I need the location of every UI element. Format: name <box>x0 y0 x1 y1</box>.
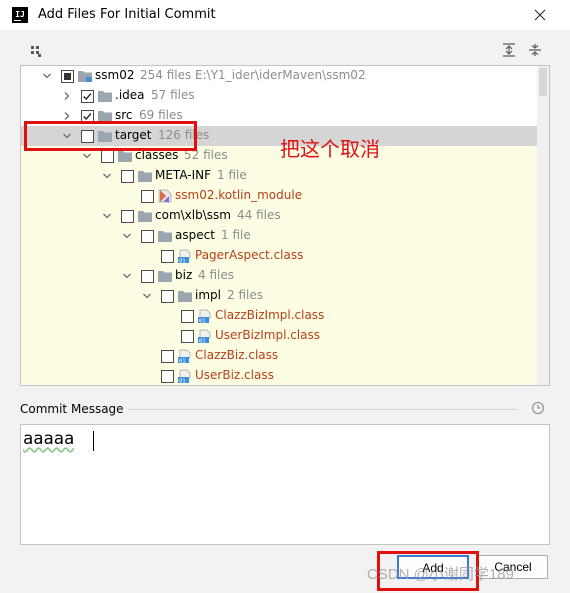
kotlin-icon <box>158 189 172 203</box>
tree-row-name: biz <box>175 268 193 282</box>
svg-text:01: 01 <box>199 319 206 324</box>
tree-row[interactable]: biz 4 files <box>21 266 538 286</box>
class-icon: 01 <box>178 369 191 384</box>
tree-row-name: UserBiz.class <box>195 368 274 382</box>
tree-scrollbar-thumb[interactable] <box>539 68 547 96</box>
chevron-down-icon[interactable] <box>41 70 53 82</box>
tree-row-name: ssm02 <box>95 68 135 82</box>
chevron-down-icon[interactable] <box>141 290 153 302</box>
tree-row[interactable]: aspect 1 file <box>21 226 538 246</box>
tree-row-meta: 69 files <box>139 108 183 122</box>
tree-row-checkbox[interactable] <box>161 370 174 383</box>
tree-row[interactable]: ssm02.kotlin_module <box>21 186 538 206</box>
tree-row[interactable]: 01 ClazzBizImpl.class <box>21 306 538 326</box>
tree-row-meta: 1 file <box>217 168 247 182</box>
tree-row-name: META-INF <box>155 168 212 182</box>
svg-text:01: 01 <box>179 359 186 364</box>
tree-row[interactable]: com\xlb\ssm 44 files <box>21 206 538 226</box>
commit-message-input[interactable]: aaaaa <box>20 424 550 545</box>
tree-row-checkbox[interactable] <box>161 350 174 363</box>
commit-message-separator <box>128 409 518 410</box>
tree-row[interactable]: 01 PagerAspect.class <box>21 246 538 266</box>
svg-text:01: 01 <box>179 379 186 384</box>
tree-row-name: com\xlb\ssm <box>155 208 231 222</box>
tree-row-checkbox[interactable] <box>121 170 134 183</box>
tree-row[interactable]: 01 UserBizImpl.class <box>21 326 538 346</box>
tree-row-checkbox[interactable] <box>121 210 134 223</box>
tree-row[interactable]: ssm02 254 files E:\Y1_ider\iderMaven\ssm0… <box>21 66 538 86</box>
folder-icon <box>158 271 172 282</box>
chevron-right-icon[interactable] <box>61 90 73 102</box>
close-icon[interactable] <box>526 2 554 28</box>
tree-row[interactable]: impl 2 files <box>21 286 538 306</box>
commit-message-text[interactable]: aaaaa <box>23 429 74 449</box>
tree-row-checkbox[interactable] <box>61 70 74 83</box>
tree-row-meta: 1 file <box>221 228 251 242</box>
tree-row-name: ClazzBiz.class <box>195 348 279 362</box>
class-icon: 01 <box>198 329 211 344</box>
tree-row-checkbox[interactable] <box>161 290 174 303</box>
svg-text:01: 01 <box>179 259 186 264</box>
tree-row[interactable]: .idea 57 files <box>21 86 538 106</box>
expand-all-icon[interactable] <box>502 43 516 57</box>
tree-row-checkbox[interactable] <box>101 150 114 163</box>
watermark: CSDN @小谢同学189 <box>367 566 514 583</box>
tree-row-meta: 254 files E:\Y1_ider\iderMaven\ssm02 <box>140 68 366 82</box>
tree-row-name: aspect <box>175 228 215 242</box>
chevron-down-icon[interactable] <box>121 230 133 242</box>
chevron-down-icon[interactable] <box>101 210 113 222</box>
text-caret <box>93 431 94 451</box>
tree-row-meta: 4 files <box>198 268 234 282</box>
tree-row-checkbox[interactable] <box>141 190 154 203</box>
intellij-app-icon: IJ <box>12 7 28 23</box>
annotation-text: 把这个取消 <box>280 137 380 161</box>
chevron-down-icon[interactable] <box>101 170 113 182</box>
tree-row-checkbox[interactable] <box>141 230 154 243</box>
title-bar: IJ Add Files For Initial Commit <box>0 0 570 30</box>
collapse-all-icon[interactable] <box>528 43 542 57</box>
folder-icon <box>98 91 112 102</box>
class-icon: 01 <box>198 309 211 324</box>
tree-row-name: ssm02.kotlin_module <box>175 188 303 202</box>
chevron-down-icon[interactable] <box>121 270 133 282</box>
class-icon: 01 <box>178 349 191 364</box>
group-by-icon[interactable] <box>29 44 43 58</box>
tree-row-name: UserBizImpl.class <box>215 328 320 342</box>
tree-row-meta: 57 files <box>151 88 195 102</box>
checkmark-icon <box>83 93 92 101</box>
tree-row-name: impl <box>195 288 221 302</box>
svg-text:01: 01 <box>199 339 206 344</box>
folder-icon <box>178 291 192 302</box>
tree-row-name: .idea <box>115 88 145 102</box>
tree-row-meta: 44 files <box>237 208 281 222</box>
class-icon: 01 <box>178 249 191 264</box>
tree-row-checkbox[interactable] <box>181 310 194 323</box>
tree-row[interactable]: META-INF 1 file <box>21 166 538 186</box>
tree-row-checkbox[interactable] <box>141 270 154 283</box>
tree-row-name: PagerAspect.class <box>195 248 304 262</box>
folder-icon <box>118 151 132 162</box>
highlight-box-target <box>24 121 197 151</box>
tree-row-meta: 2 files <box>227 288 263 302</box>
module-icon <box>78 71 92 82</box>
tree-row-checkbox[interactable] <box>181 330 194 343</box>
folder-icon <box>158 231 172 242</box>
tree-row[interactable]: 01 ClazzBiz.class <box>21 346 538 366</box>
tree-row-name: ClazzBizImpl.class <box>215 308 325 322</box>
folder-icon <box>138 171 152 182</box>
file-tree[interactable]: ssm02 254 files E:\Y1_ider\iderMaven\ssm0… <box>20 65 550 386</box>
tree-row-checkbox[interactable] <box>161 250 174 263</box>
commit-message-label: Commit Message <box>20 402 124 416</box>
window-title: Add Files For Initial Commit <box>38 7 216 22</box>
chevron-down-icon[interactable] <box>81 150 93 162</box>
tree-scrollbar[interactable] <box>537 66 549 385</box>
folder-icon <box>138 211 152 222</box>
tree-row-name: src <box>115 108 133 122</box>
tree-row-checkbox[interactable] <box>81 90 94 103</box>
tree-row[interactable]: 01 UserBiz.class <box>21 366 538 385</box>
history-clock-icon[interactable] <box>531 401 545 415</box>
